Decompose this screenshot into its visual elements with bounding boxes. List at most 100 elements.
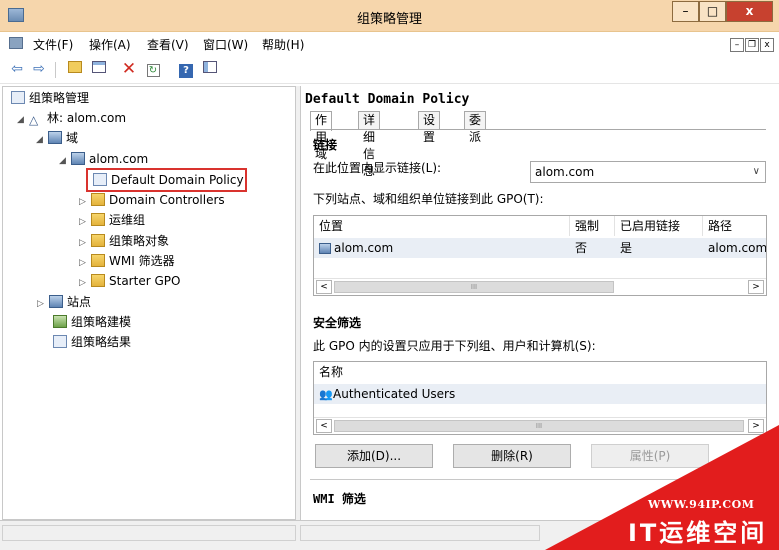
forward-icon[interactable]: ⇨	[30, 60, 48, 78]
tree-label: 组策略管理	[29, 91, 90, 105]
maximize-button[interactable]: □	[699, 1, 726, 22]
refresh-icon[interactable]: ↻	[144, 60, 162, 78]
column-name[interactable]: 名称	[314, 362, 766, 382]
menu-help[interactable]: 帮助(H)	[262, 36, 304, 53]
cell-path: alom.com	[708, 241, 767, 255]
mdi-close-button[interactable]: x	[760, 38, 774, 52]
scroll-left-icon[interactable]: <	[316, 280, 332, 294]
expanded-arrow-icon[interactable]: ◢	[17, 110, 29, 130]
collapsed-arrow-icon[interactable]: ▷	[79, 253, 91, 273]
tree-forest[interactable]: ◢ △ 林: alom.com	[17, 108, 126, 128]
tree-label: 组策略对象	[109, 234, 170, 248]
expanded-arrow-icon[interactable]: ◢	[36, 130, 48, 150]
table-row[interactable]: alom.com 否 是 alom.com	[314, 238, 766, 258]
minimize-button[interactable]: –	[672, 1, 699, 22]
tree-label: 组策略建模	[71, 315, 132, 329]
collapsed-arrow-icon[interactable]: ▷	[79, 233, 91, 253]
tree-label: 站点	[67, 295, 92, 309]
tree-domains[interactable]: ◢ 域	[36, 128, 78, 148]
add-button[interactable]: 添加(D)...	[315, 444, 433, 468]
tree-modeling[interactable]: 组策略建模	[53, 312, 131, 332]
console-icon[interactable]	[201, 60, 219, 78]
scroll-thumb[interactable]: III	[334, 420, 744, 432]
tree-wmi-filters[interactable]: ▷ WMI 筛选器	[79, 251, 175, 271]
tab-settings[interactable]: 设置	[418, 111, 441, 144]
wmi-heading: WMI 筛选	[313, 492, 366, 506]
details-icon[interactable]	[90, 60, 108, 78]
mdi-restore-button[interactable]: ❐	[745, 38, 759, 52]
tree-label: alom.com	[89, 152, 149, 166]
selected-node-highlight	[86, 168, 247, 192]
security-desc: 此 GPO 内的设置只应用于下列组、用户和计算机(S):	[313, 339, 596, 353]
mdi-controls: – ❐ x	[730, 36, 775, 52]
delete-icon[interactable]: ✕	[120, 60, 138, 78]
tree-label: WMI 筛选器	[109, 254, 175, 268]
remove-button[interactable]: 删除(R)	[453, 444, 571, 468]
column-path[interactable]: 路径	[703, 216, 766, 236]
security-hscrollbar[interactable]: < III >	[314, 417, 766, 434]
tree-results[interactable]: 组策略结果	[53, 332, 131, 352]
chevron-down-icon: ∨	[752, 166, 760, 177]
collapsed-arrow-icon[interactable]: ▷	[79, 212, 91, 232]
window-title: 组策略管理	[356, 12, 422, 27]
ou-icon	[91, 193, 105, 206]
scroll-right-icon[interactable]: >	[748, 419, 764, 433]
tree-starter-gpo[interactable]: ▷ Starter GPO	[79, 271, 180, 291]
tree-root[interactable]: 组策略管理	[11, 88, 89, 108]
security-list[interactable]: 名称 👥Authenticated Users < III >	[313, 361, 767, 435]
tab-details[interactable]: 详细信息	[358, 111, 381, 178]
gpo-title: Default Domain Policy	[305, 92, 470, 107]
tree-domain-controllers[interactable]: ▷ Domain Controllers	[79, 190, 225, 210]
scroll-right-icon[interactable]: >	[748, 280, 764, 294]
cell-location-text: alom.com	[334, 241, 394, 255]
collapsed-arrow-icon[interactable]: ▷	[79, 192, 91, 212]
folder-up-icon[interactable]	[66, 60, 84, 78]
mdi-minimize-button[interactable]: –	[730, 38, 744, 52]
collapsed-arrow-icon[interactable]: ▷	[79, 273, 91, 293]
location-dropdown[interactable]: alom.com ∨	[530, 161, 766, 183]
column-enforced[interactable]: 强制	[570, 216, 615, 236]
links-list-header: 位置 强制 已启用链接 路径	[314, 216, 766, 236]
list-item[interactable]: 👥Authenticated Users	[314, 384, 766, 404]
domain-icon	[319, 243, 331, 254]
expanded-arrow-icon[interactable]: ◢	[59, 151, 71, 171]
results-icon	[53, 335, 67, 348]
status-cell-right	[300, 525, 540, 541]
cell-location: alom.com	[314, 238, 570, 258]
console-menu-icon[interactable]	[9, 37, 23, 49]
tree-label: 林: alom.com	[47, 111, 127, 125]
menu-view[interactable]: 查看(V)	[147, 36, 189, 53]
links-hscrollbar[interactable]: < III >	[314, 278, 766, 295]
details-pane: Default Domain Policy 作用域 详细信息 设置 委派 链接 …	[300, 86, 777, 520]
tree-ops-group[interactable]: ▷ 运维组	[79, 210, 145, 230]
tree-gpo-objects[interactable]: ▷ 组策略对象	[79, 231, 169, 251]
menu-action[interactable]: 操作(A)	[89, 36, 131, 53]
linked-label: 下列站点、域和组织单位链接到此 GPO(T):	[313, 192, 544, 206]
principal-name: Authenticated Users	[333, 387, 456, 401]
tree-label: 域	[66, 131, 79, 145]
tree-sites[interactable]: ▷ 站点	[37, 292, 91, 312]
scroll-thumb[interactable]: III	[334, 281, 614, 293]
tree-domain[interactable]: ◢ alom.com	[59, 149, 148, 169]
title-bar: 组策略管理 – □ x	[0, 0, 779, 32]
tab-scope[interactable]: 作用域	[310, 111, 333, 161]
console-tree: 组策略管理 ◢ △ 林: alom.com ◢ 域 ◢ alom.com Default…	[2, 86, 296, 520]
forest-icon: △	[29, 113, 39, 127]
column-location[interactable]: 位置	[314, 216, 570, 236]
help-icon[interactable]: ?	[177, 60, 195, 78]
scroll-left-icon[interactable]: <	[316, 419, 332, 433]
tab-delegation[interactable]: 委派	[464, 111, 487, 144]
cell-enforced: 否	[575, 241, 588, 255]
collapsed-arrow-icon[interactable]: ▷	[37, 294, 49, 314]
column-enabled[interactable]: 已启用链接	[615, 216, 703, 236]
gpmc-icon	[11, 91, 25, 104]
toolbar-separator	[55, 62, 56, 78]
close-button[interactable]: x	[726, 1, 773, 22]
sites-icon	[49, 295, 63, 308]
back-icon[interactable]: ⇦	[8, 60, 26, 78]
location-value: alom.com	[535, 165, 595, 179]
tree-label: Starter GPO	[109, 274, 181, 288]
menu-window[interactable]: 窗口(W)	[203, 36, 248, 53]
menu-file[interactable]: 文件(F)	[33, 36, 73, 53]
links-list[interactable]: 位置 强制 已启用链接 路径 alom.com 否 是 alom.com < I…	[313, 215, 767, 296]
